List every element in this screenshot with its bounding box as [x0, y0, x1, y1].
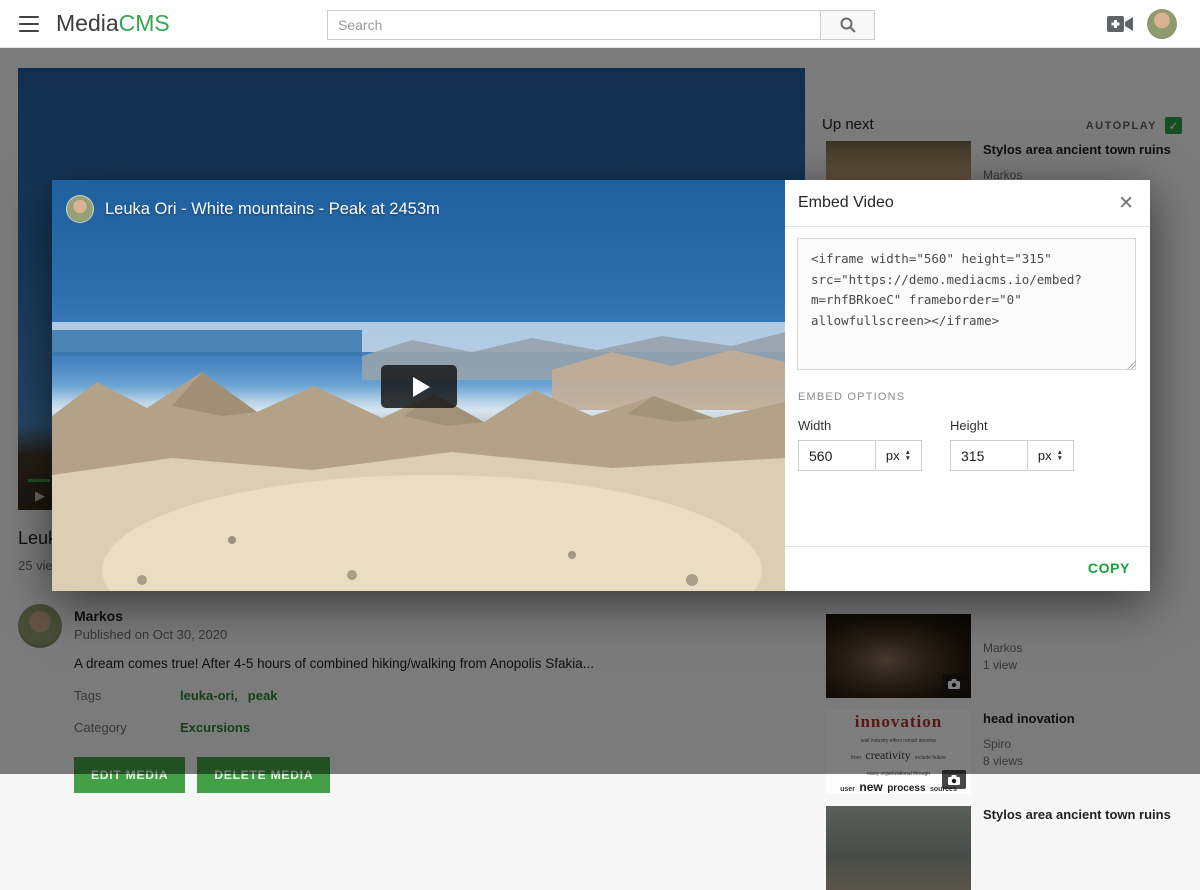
close-icon[interactable]: ✕: [1118, 192, 1134, 215]
chevron-down-icon: ▼: [905, 456, 911, 462]
search-button[interactable]: [820, 10, 875, 40]
height-input[interactable]: [950, 440, 1028, 471]
height-label: Height: [950, 418, 1074, 433]
wordcloud-word: user: [840, 786, 855, 793]
list-item[interactable]: Stylos area ancient town ruins: [822, 806, 1184, 890]
upload-media-icon[interactable]: [1106, 13, 1134, 35]
copy-button[interactable]: COPY: [1088, 560, 1130, 576]
dialog-footer: COPY: [785, 546, 1150, 591]
top-navbar: MediaCMS: [0, 0, 1200, 48]
width-input[interactable]: [798, 440, 876, 471]
height-field-group: Height px ▲▼: [950, 418, 1074, 471]
play-button[interactable]: [381, 365, 457, 408]
camera-icon: [948, 775, 960, 785]
embed-preview-player[interactable]: Leuka Ori - White mountains - Peak at 24…: [52, 180, 785, 591]
search-icon: [839, 16, 857, 34]
resize-handle[interactable]: [1127, 360, 1136, 369]
menu-icon[interactable]: [19, 16, 39, 32]
embed-options-label: EMBED OPTIONS: [798, 391, 905, 403]
logo-media: Media: [56, 10, 119, 36]
dialog-title: Embed Video: [798, 194, 894, 212]
user-avatar[interactable]: [1147, 9, 1177, 39]
embed-dialog: Embed Video ✕ <iframe width="560" height…: [785, 180, 1150, 591]
chevron-down-icon: ▼: [1057, 456, 1063, 462]
width-unit-select[interactable]: px ▲▼: [875, 440, 922, 471]
preview-video-title: Leuka Ori - White mountains - Peak at 24…: [105, 200, 440, 219]
item-title[interactable]: Stylos area ancient town ruins: [983, 807, 1181, 824]
wordcloud-word: new: [859, 780, 882, 794]
play-icon: [413, 377, 430, 397]
embed-modal: Leuka Ori - White mountains - Peak at 24…: [52, 180, 1150, 591]
search-input[interactable]: [327, 10, 820, 40]
width-label: Width: [798, 418, 922, 433]
height-unit-select[interactable]: px ▲▼: [1027, 440, 1074, 471]
video-thumbnail[interactable]: [826, 806, 971, 890]
embed-code-textarea[interactable]: <iframe width="560" height="315" src="ht…: [797, 238, 1136, 370]
unit-label: px: [1038, 448, 1052, 463]
unit-label: px: [886, 448, 900, 463]
divider: [785, 226, 1150, 227]
wordcloud-word: process: [887, 783, 925, 794]
app-logo[interactable]: MediaCMS: [56, 10, 170, 37]
search-bar: [327, 10, 875, 40]
preview-author-avatar[interactable]: [66, 195, 94, 223]
width-field-group: Width px ▲▼: [798, 418, 922, 471]
logo-cms: CMS: [119, 10, 170, 36]
